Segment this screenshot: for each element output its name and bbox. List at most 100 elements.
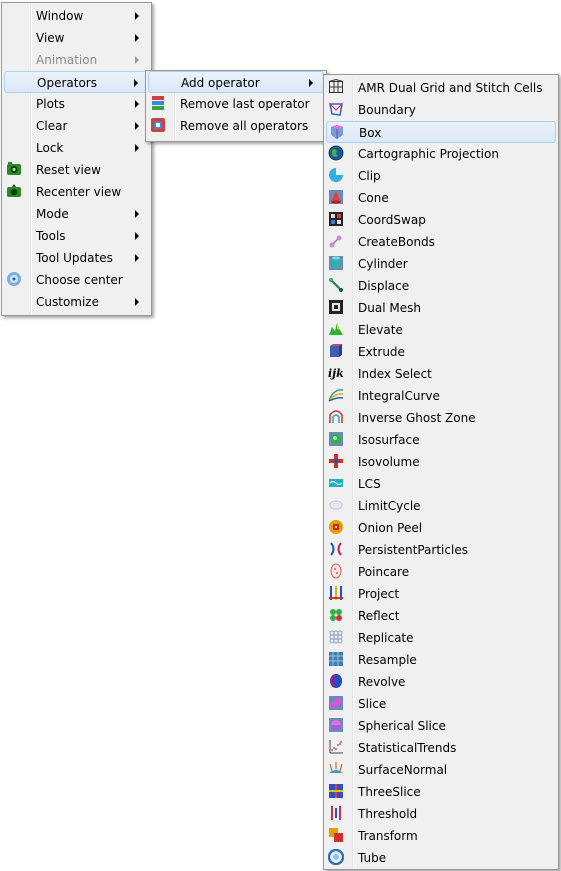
submenu-arrow-icon <box>135 232 139 240</box>
menu-item-reflect[interactable]: Reflect <box>326 605 556 627</box>
menu-item-replicate[interactable]: Replicate <box>326 627 556 649</box>
statistical-trends-icon <box>328 739 344 755</box>
menu-item-label: Cone <box>358 191 389 205</box>
persistent-particles-icon <box>328 541 344 557</box>
poincare-icon <box>328 563 344 579</box>
menu-item-amr-dual-grid-and-stitch-cells[interactable]: AMR Dual Grid and Stitch Cells <box>326 77 556 99</box>
limit-cycle-icon <box>328 497 344 513</box>
menu-item-resample[interactable]: Resample <box>326 649 556 671</box>
menu-item-threshold[interactable]: Threshold <box>326 803 556 825</box>
menu-item-label: Recenter view <box>36 185 122 199</box>
menu-item-box[interactable]: Box <box>326 121 556 143</box>
menu-item-isovolume[interactable]: Isovolume <box>326 451 556 473</box>
svg-text:ijk: ijk <box>328 367 344 380</box>
menu-item-label: AMR Dual Grid and Stitch Cells <box>358 81 543 95</box>
menu-item-boundary[interactable]: Boundary <box>326 99 556 121</box>
menu-item-lock[interactable]: Lock <box>4 137 149 159</box>
menu-item-label: Customize <box>36 295 99 309</box>
menu-item-remove-last-operator[interactable]: Remove last operator <box>148 93 324 115</box>
menu-item-label: Clip <box>358 169 381 183</box>
menu-item-label: Transform <box>358 829 418 843</box>
menu-item-label: Extrude <box>358 345 405 359</box>
displace-icon <box>328 277 344 293</box>
menu-item-customize[interactable]: Customize <box>4 291 149 313</box>
menu-item-label: Isosurface <box>358 433 420 447</box>
menu-item-cylinder[interactable]: Cylinder <box>326 253 556 275</box>
menu-item-label: CoordSwap <box>358 213 426 227</box>
menu-item-cone[interactable]: Cone <box>326 187 556 209</box>
menu-item-isosurface[interactable]: Isosurface <box>326 429 556 451</box>
submenu-arrow-icon <box>135 12 139 20</box>
menu-item-persistentparticles[interactable]: PersistentParticles <box>326 539 556 561</box>
menu-item-label: Tools <box>36 229 66 243</box>
menu-item-tube[interactable]: Tube <box>326 847 556 869</box>
coordswap-icon <box>328 211 344 227</box>
menu-item-displace[interactable]: Displace <box>326 275 556 297</box>
menu-item-animation[interactable]: Animation <box>4 49 149 71</box>
menu-item-label: Cylinder <box>358 257 408 271</box>
reset-view-icon <box>6 161 22 177</box>
menu-item-label: Mode <box>36 207 69 221</box>
index-select-icon: ijk <box>328 365 344 381</box>
menu-item-createbonds[interactable]: CreateBonds <box>326 231 556 253</box>
menu-item-surfacenormal[interactable]: SurfaceNormal <box>326 759 556 781</box>
menu-item-reset-view[interactable]: Reset view <box>4 159 149 181</box>
menu-item-clip[interactable]: Clip <box>326 165 556 187</box>
menu-item-label: Isovolume <box>358 455 420 469</box>
isosurface-icon <box>328 431 344 447</box>
surface-normal-icon <box>328 761 344 777</box>
menu-item-clear[interactable]: Clear <box>4 115 149 137</box>
menu-item-lcs[interactable]: LCS <box>326 473 556 495</box>
menu-item-remove-all-operators[interactable]: Remove all operators <box>148 115 324 137</box>
submenu-arrow-icon <box>135 298 139 306</box>
add-operator-submenu: AMR Dual Grid and Stitch Cells Boundary Bo… <box>323 74 559 870</box>
menu-item-tools[interactable]: Tools <box>4 225 149 247</box>
menu-item-plots[interactable]: Plots <box>4 93 149 115</box>
menu-item-operators[interactable]: Operators <box>4 71 149 93</box>
menu-item-cartographic-projection[interactable]: Cartographic Projection <box>326 143 556 165</box>
replicate-icon <box>328 629 344 645</box>
submenu-arrow-icon <box>135 100 139 108</box>
menu-item-statisticaltrends[interactable]: StatisticalTrends <box>326 737 556 759</box>
menu-item-integralcurve[interactable]: IntegralCurve <box>326 385 556 407</box>
menu-item-add-operator[interactable]: Add operator <box>148 71 324 93</box>
menu-item-transform[interactable]: Transform <box>326 825 556 847</box>
menu-item-label: Remove all operators <box>180 119 309 133</box>
menu-item-label: Elevate <box>358 323 403 337</box>
submenu-arrow-icon <box>135 122 139 130</box>
menu-item-elevate[interactable]: Elevate <box>326 319 556 341</box>
menu-item-label: Animation <box>36 53 98 67</box>
menu-item-limitcycle[interactable]: LimitCycle <box>326 495 556 517</box>
menu-item-extrude[interactable]: Extrude <box>326 341 556 363</box>
menu-item-label: Remove last operator <box>180 97 310 111</box>
menu-item-label: Reflect <box>358 609 400 623</box>
menu-item-window[interactable]: Window <box>4 5 149 27</box>
menu-item-label: ThreeSlice <box>358 785 421 799</box>
menu-item-label: Spherical Slice <box>358 719 446 733</box>
menu-item-label: StatisticalTrends <box>358 741 457 755</box>
menu-item-recenter-view[interactable]: Recenter view <box>4 181 149 203</box>
submenu-arrow-icon <box>135 210 139 218</box>
menu-item-label: Poincare <box>358 565 410 579</box>
recenter-view-icon <box>6 183 22 199</box>
menu-item-view[interactable]: View <box>4 27 149 49</box>
resample-icon <box>328 651 344 667</box>
lcs-icon <box>328 475 344 491</box>
menu-item-dual-mesh[interactable]: Dual Mesh <box>326 297 556 319</box>
clip-icon <box>328 167 344 183</box>
slice-icon <box>328 695 344 711</box>
menu-item-threeslice[interactable]: ThreeSlice <box>326 781 556 803</box>
menu-item-project[interactable]: Project <box>326 583 556 605</box>
menu-item-spherical-slice[interactable]: Spherical Slice <box>326 715 556 737</box>
menu-item-index-select[interactable]: ijk Index Select <box>326 363 556 385</box>
menu-item-label: Revolve <box>358 675 406 689</box>
menu-item-slice[interactable]: Slice <box>326 693 556 715</box>
menu-item-choose-center[interactable]: Choose center <box>4 269 149 291</box>
menu-item-inverse-ghost-zone[interactable]: Inverse Ghost Zone <box>326 407 556 429</box>
menu-item-revolve[interactable]: Revolve <box>326 671 556 693</box>
menu-item-mode[interactable]: Mode <box>4 203 149 225</box>
menu-item-poincare[interactable]: Poincare <box>326 561 556 583</box>
menu-item-coordswap[interactable]: CoordSwap <box>326 209 556 231</box>
menu-item-tool-updates[interactable]: Tool Updates <box>4 247 149 269</box>
menu-item-onion-peel[interactable]: Onion Peel <box>326 517 556 539</box>
